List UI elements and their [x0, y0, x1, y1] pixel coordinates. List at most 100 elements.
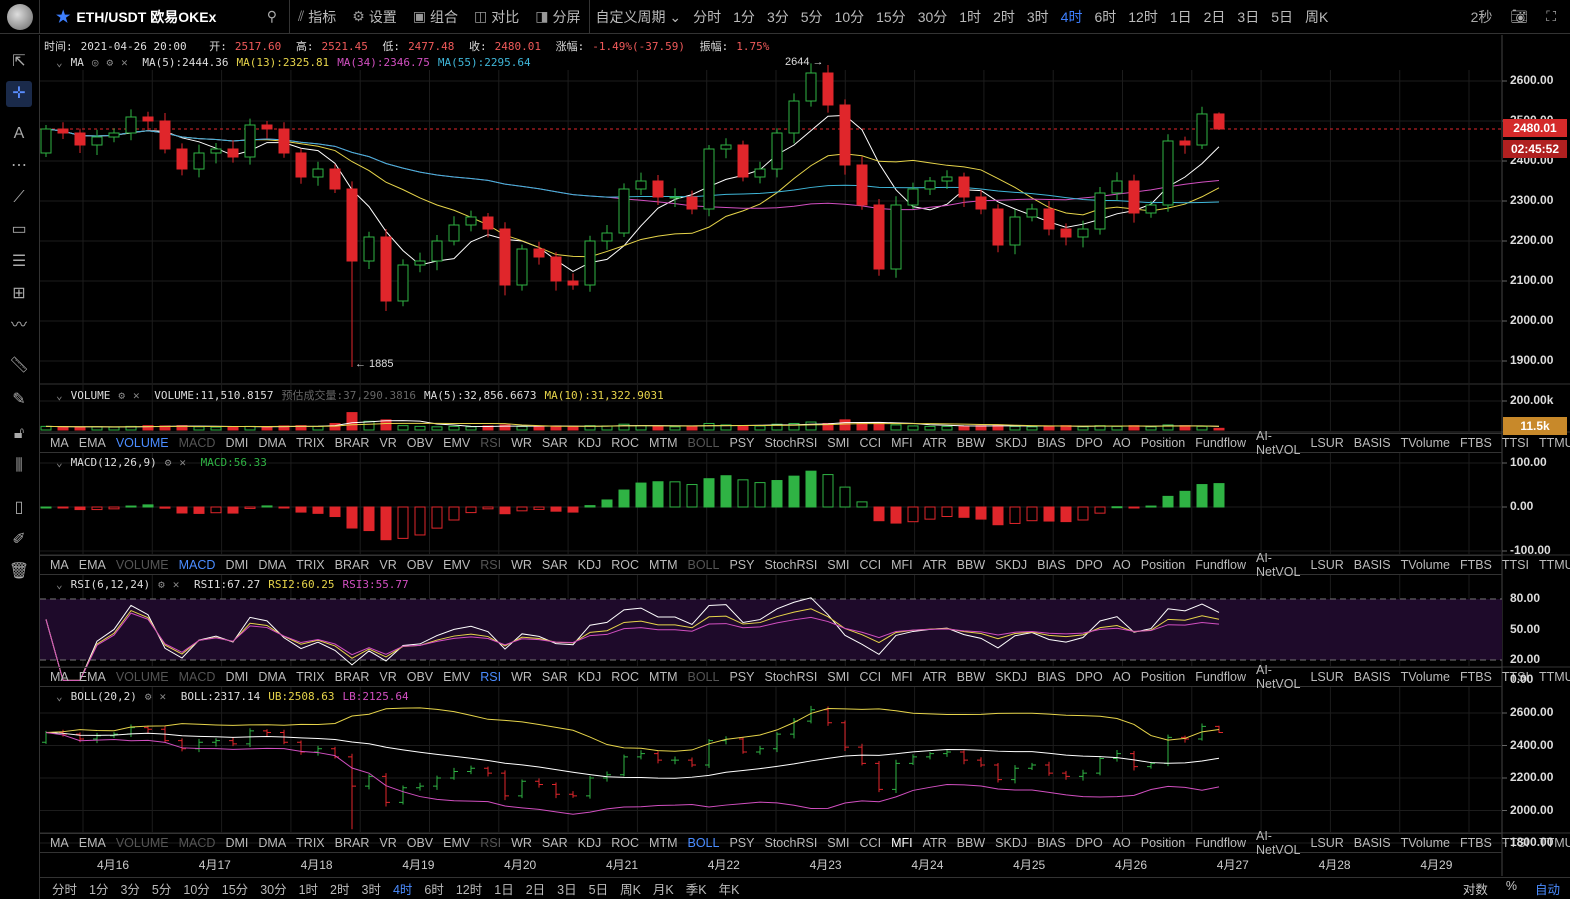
indicator-tab-DPO[interactable]: DPO	[1076, 436, 1103, 450]
indicator-tab-MACD[interactable]: MACD	[179, 436, 216, 450]
bottom-period-3分[interactable]: 3分	[120, 879, 139, 898]
indicator-tab-MTM[interactable]: MTM	[649, 670, 677, 684]
indicator-tab-SMI[interactable]: SMI	[827, 670, 849, 684]
close-icon[interactable]: ✕	[121, 56, 128, 69]
indicator-tab-EMV[interactable]: EMV	[443, 558, 470, 572]
visibility-icon[interactable]: ◎	[92, 56, 99, 69]
indicator-tab-OBV[interactable]: OBV	[407, 670, 433, 684]
bottom-period-月K[interactable]: 月K	[653, 879, 674, 898]
indicator-tab-ATR[interactable]: ATR	[923, 670, 947, 684]
indicator-tab-CCI[interactable]: CCI	[860, 670, 882, 684]
indicator-tab-SMI[interactable]: SMI	[827, 558, 849, 572]
indicator-tab-DMA[interactable]: DMA	[258, 836, 286, 850]
indicator-tab-OBV[interactable]: OBV	[407, 436, 433, 450]
indicator-tab-SKDJ[interactable]: SKDJ	[995, 558, 1027, 572]
bottom-period-2时[interactable]: 2时	[330, 879, 349, 898]
indicator-tab-BASIS[interactable]: BASIS	[1354, 836, 1391, 850]
indicator-tab-DPO[interactable]: DPO	[1076, 558, 1103, 572]
indicator-tab-AO[interactable]: AO	[1113, 836, 1131, 850]
indicator-tab-DPO[interactable]: DPO	[1076, 836, 1103, 850]
indicator-tab-CCI[interactable]: CCI	[860, 836, 882, 850]
indicator-tab-BOLL[interactable]: BOLL	[688, 670, 720, 684]
indicator-tab-KDJ[interactable]: KDJ	[578, 670, 602, 684]
settings-icon[interactable]: ⚙	[118, 389, 125, 402]
settings-icon[interactable]: ⚙	[158, 578, 165, 591]
indicator-tab-EMA[interactable]: EMA	[79, 558, 106, 572]
indicator-tab-MFI[interactable]: MFI	[891, 436, 913, 450]
bottom-period-1分[interactable]: 1分	[89, 879, 108, 898]
indicator-tab-FTBS[interactable]: FTBS	[1460, 558, 1492, 572]
indicator-tab-VR[interactable]: VR	[379, 836, 396, 850]
indicator-tab-RSI[interactable]: RSI	[480, 436, 501, 450]
indicator-tab-VOLUME[interactable]: VOLUME	[116, 670, 169, 684]
indicator-tab-RSI[interactable]: RSI	[480, 836, 501, 850]
indicator-tab-DMI[interactable]: DMI	[225, 558, 248, 572]
indicator-tab-BASIS[interactable]: BASIS	[1354, 436, 1391, 450]
indicator-tab-LSUR[interactable]: LSUR	[1310, 670, 1343, 684]
indicator-tab-WR[interactable]: WR	[511, 558, 532, 572]
indicator-tab-Position[interactable]: Position	[1141, 558, 1185, 572]
indicator-tab-DMI[interactable]: DMI	[225, 670, 248, 684]
indicator-tab-CCI[interactable]: CCI	[860, 558, 882, 572]
indicator-tab-ROC[interactable]: ROC	[611, 558, 639, 572]
settings-icon[interactable]: ⚙	[145, 690, 152, 703]
log-scale-toggle[interactable]: 对数	[1463, 879, 1488, 898]
indicator-tab-ATR[interactable]: ATR	[923, 836, 947, 850]
indicator-tab-Position[interactable]: Position	[1141, 836, 1185, 850]
indicator-tab-BOLL[interactable]: BOLL	[688, 436, 720, 450]
indicator-tab-Fundflow[interactable]: Fundflow	[1195, 836, 1246, 850]
indicator-tab-AI-NetVOL[interactable]: AI-NetVOL	[1256, 829, 1300, 857]
indicator-tab-FTBS[interactable]: FTBS	[1460, 670, 1492, 684]
indicator-tab-VR[interactable]: VR	[379, 670, 396, 684]
indicator-tab-ROC[interactable]: ROC	[611, 670, 639, 684]
indicator-tab-WR[interactable]: WR	[511, 836, 532, 850]
close-icon[interactable]: ✕	[133, 389, 140, 402]
settings-icon[interactable]: ⚙	[165, 456, 172, 469]
indicator-tab-TRIX[interactable]: TRIX	[296, 670, 324, 684]
indicator-tab-MA[interactable]: MA	[50, 836, 69, 850]
indicator-tab-SAR[interactable]: SAR	[542, 836, 568, 850]
indicator-tab-BOLL[interactable]: BOLL	[688, 558, 720, 572]
bottom-period-年K[interactable]: 年K	[719, 879, 740, 898]
indicator-tab-BIAS[interactable]: BIAS	[1037, 558, 1066, 572]
indicator-tab-PSY[interactable]: PSY	[729, 558, 754, 572]
indicator-tab-MTM[interactable]: MTM	[649, 836, 677, 850]
indicator-tab-SAR[interactable]: SAR	[542, 436, 568, 450]
indicator-tab-StochRSI[interactable]: StochRSI	[764, 558, 817, 572]
indicator-tab-SAR[interactable]: SAR	[542, 670, 568, 684]
indicator-tab-EMA[interactable]: EMA	[79, 836, 106, 850]
indicator-tab-DMI[interactable]: DMI	[225, 836, 248, 850]
close-icon[interactable]: ✕	[173, 578, 180, 591]
indicator-tab-Fundflow[interactable]: Fundflow	[1195, 558, 1246, 572]
indicator-tab-ROC[interactable]: ROC	[611, 836, 639, 850]
bottom-period-30分[interactable]: 30分	[260, 879, 286, 898]
indicator-tab-BRAR[interactable]: BRAR	[335, 558, 370, 572]
indicator-tab-SAR[interactable]: SAR	[542, 558, 568, 572]
indicator-tab-MACD[interactable]: MACD	[179, 836, 216, 850]
indicator-tab-VOLUME[interactable]: VOLUME	[116, 836, 169, 850]
indicator-tab-WR[interactable]: WR	[511, 670, 532, 684]
indicator-tab-TTMU[interactable]: TTMU	[1539, 558, 1570, 572]
indicator-tab-MACD[interactable]: MACD	[179, 558, 216, 572]
indicator-tab-PSY[interactable]: PSY	[729, 670, 754, 684]
bottom-period-3日[interactable]: 3日	[557, 879, 576, 898]
indicator-tab-BIAS[interactable]: BIAS	[1037, 670, 1066, 684]
indicator-tab-TVolume[interactable]: TVolume	[1401, 670, 1450, 684]
indicator-tab-BASIS[interactable]: BASIS	[1354, 670, 1391, 684]
indicator-tab-TTMU[interactable]: TTMU	[1539, 436, 1570, 450]
indicator-tab-RSI[interactable]: RSI	[480, 558, 501, 572]
indicator-tab-VR[interactable]: VR	[379, 436, 396, 450]
indicator-tab-KDJ[interactable]: KDJ	[578, 436, 602, 450]
indicator-tab-DMA[interactable]: DMA	[258, 436, 286, 450]
indicator-tab-FTBS[interactable]: FTBS	[1460, 436, 1492, 450]
indicator-tab-MTM[interactable]: MTM	[649, 558, 677, 572]
bottom-period-10分[interactable]: 10分	[183, 879, 209, 898]
bottom-period-分时[interactable]: 分时	[52, 879, 77, 898]
close-icon[interactable]: ✕	[179, 456, 186, 469]
indicator-tab-TTSI[interactable]: TTSI	[1502, 558, 1529, 572]
indicator-tab-TVolume[interactable]: TVolume	[1401, 558, 1450, 572]
indicator-tab-BASIS[interactable]: BASIS	[1354, 558, 1391, 572]
indicator-tab-PSY[interactable]: PSY	[729, 836, 754, 850]
indicator-tab-TVolume[interactable]: TVolume	[1401, 436, 1450, 450]
indicator-tab-BBW[interactable]: BBW	[957, 436, 985, 450]
